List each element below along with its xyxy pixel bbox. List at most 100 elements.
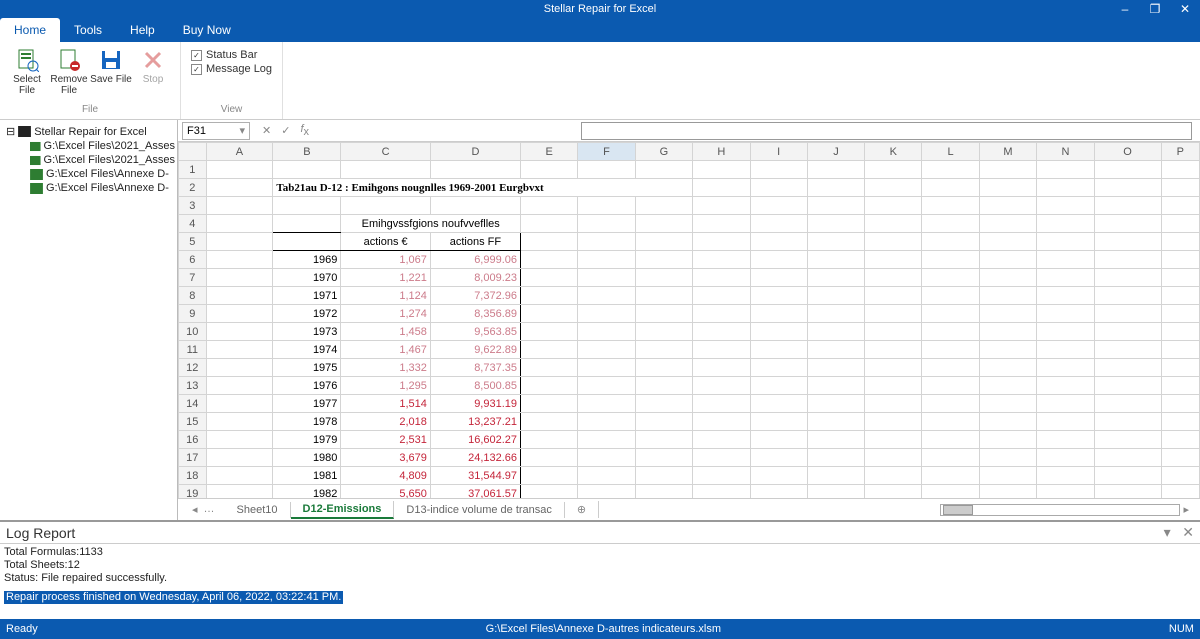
col-header[interactable]: L	[922, 143, 979, 161]
cell[interactable]	[807, 485, 864, 499]
cell[interactable]	[922, 233, 979, 251]
cell[interactable]	[922, 215, 979, 233]
cell[interactable]	[1161, 305, 1199, 323]
cell[interactable]	[206, 467, 273, 485]
cell[interactable]	[979, 341, 1036, 359]
row-header[interactable]: 12	[179, 359, 207, 377]
cell[interactable]: 1,274	[341, 305, 430, 323]
cell[interactable]	[1037, 233, 1094, 251]
cell[interactable]	[693, 197, 750, 215]
cell[interactable]	[578, 215, 635, 233]
cell[interactable]	[578, 197, 635, 215]
cell[interactable]	[1037, 251, 1094, 269]
sheet-tab-active[interactable]: D12-Emissions	[291, 501, 395, 519]
row-header[interactable]: 9	[179, 305, 207, 323]
cell[interactable]: 1978	[273, 413, 341, 431]
cell[interactable]	[1037, 467, 1094, 485]
cell[interactable]	[521, 431, 578, 449]
messagelog-checkbox[interactable]: ✓Message Log	[187, 62, 276, 76]
cell[interactable]: 1,124	[341, 287, 430, 305]
cell[interactable]	[1094, 323, 1161, 341]
cell[interactable]	[578, 287, 635, 305]
cell[interactable]: 13,237.21	[430, 413, 520, 431]
cell[interactable]	[979, 449, 1036, 467]
cell[interactable]	[807, 431, 864, 449]
cell[interactable]	[1094, 215, 1161, 233]
cell[interactable]	[807, 305, 864, 323]
cell[interactable]	[979, 233, 1036, 251]
cell[interactable]	[578, 395, 635, 413]
cell[interactable]	[865, 233, 922, 251]
cell[interactable]	[635, 395, 692, 413]
cell[interactable]	[1161, 161, 1199, 179]
cell[interactable]	[922, 377, 979, 395]
cell[interactable]	[635, 287, 692, 305]
cell[interactable]	[635, 215, 692, 233]
cell[interactable]	[979, 395, 1036, 413]
row-header[interactable]: 6	[179, 251, 207, 269]
cell[interactable]	[206, 359, 273, 377]
cell[interactable]	[206, 197, 273, 215]
tree-item[interactable]: G:\Excel Files\2021_Asses	[2, 153, 175, 167]
cell[interactable]	[693, 395, 750, 413]
cell[interactable]	[693, 431, 750, 449]
cell[interactable]	[979, 251, 1036, 269]
col-header[interactable]: M	[979, 143, 1036, 161]
cell[interactable]	[578, 413, 635, 431]
cell[interactable]	[1094, 179, 1161, 197]
cell[interactable]	[1037, 305, 1094, 323]
cell[interactable]	[430, 161, 520, 179]
cell[interactable]	[693, 323, 750, 341]
remove-file-button[interactable]: Remove File	[48, 44, 90, 104]
cell[interactable]	[979, 269, 1036, 287]
cell[interactable]	[807, 197, 864, 215]
cell[interactable]	[922, 161, 979, 179]
cell[interactable]	[635, 233, 692, 251]
close-button[interactable]: ✕	[1170, 0, 1200, 18]
cell[interactable]: 1,467	[341, 341, 430, 359]
cell[interactable]	[865, 413, 922, 431]
cell[interactable]	[807, 233, 864, 251]
cell[interactable]	[865, 251, 922, 269]
cell[interactable]	[1094, 251, 1161, 269]
cell[interactable]	[1161, 413, 1199, 431]
cell[interactable]	[206, 377, 273, 395]
cell[interactable]: 6,999.06	[430, 251, 520, 269]
cell[interactable]	[635, 341, 692, 359]
cell[interactable]	[807, 179, 864, 197]
cell[interactable]	[521, 377, 578, 395]
tab-nav-first[interactable]: ◂	[192, 503, 198, 516]
cell[interactable]	[922, 341, 979, 359]
cell[interactable]: Tab21au D-12 : Emihgons nougnlles 1969-2…	[273, 179, 693, 197]
cell[interactable]	[693, 215, 750, 233]
cell[interactable]	[865, 449, 922, 467]
col-header[interactable]: P	[1161, 143, 1199, 161]
col-header[interactable]: A	[206, 143, 273, 161]
cell[interactable]	[578, 431, 635, 449]
cell[interactable]	[922, 197, 979, 215]
cell[interactable]	[1094, 395, 1161, 413]
cell[interactable]	[1037, 161, 1094, 179]
cell[interactable]	[206, 341, 273, 359]
cell[interactable]	[521, 305, 578, 323]
cell[interactable]: actions €	[341, 233, 430, 251]
cell[interactable]	[1037, 395, 1094, 413]
cell[interactable]	[521, 215, 578, 233]
cell[interactable]	[807, 287, 864, 305]
cell[interactable]	[865, 467, 922, 485]
cell[interactable]	[1161, 431, 1199, 449]
cell[interactable]	[807, 215, 864, 233]
cell[interactable]	[750, 395, 807, 413]
cell[interactable]	[1161, 485, 1199, 499]
cell[interactable]	[865, 305, 922, 323]
cell[interactable]: 2,531	[341, 431, 430, 449]
cell[interactable]: 8,009.23	[430, 269, 520, 287]
cell[interactable]	[979, 197, 1036, 215]
cell[interactable]	[922, 179, 979, 197]
cell[interactable]	[865, 215, 922, 233]
cell[interactable]: 5,650	[341, 485, 430, 499]
cell[interactable]	[1094, 287, 1161, 305]
cell[interactable]	[578, 251, 635, 269]
cell[interactable]	[273, 161, 341, 179]
row-header[interactable]: 13	[179, 377, 207, 395]
